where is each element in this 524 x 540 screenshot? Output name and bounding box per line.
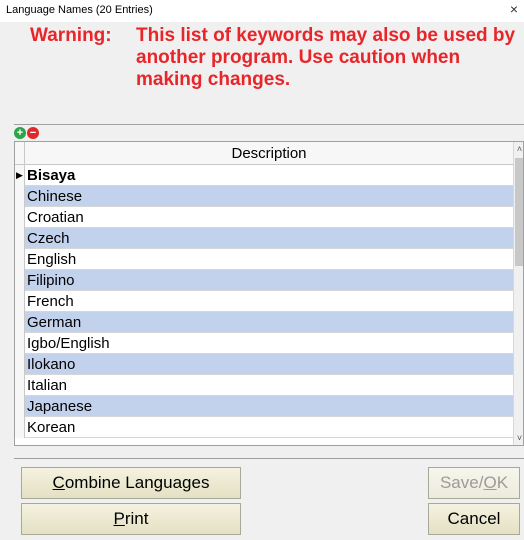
add-icon[interactable]: + (14, 127, 26, 139)
language-name-cell[interactable]: English (27, 249, 76, 270)
warning-banner: Warning: This list of keywords may also … (0, 22, 524, 124)
table-row[interactable]: ▶ Bisaya (15, 165, 513, 186)
save-ok-button[interactable]: Save/OK (428, 467, 520, 499)
table-row[interactable]: English (15, 249, 513, 270)
row-selector[interactable] (15, 312, 25, 333)
language-name-cell[interactable]: Czech (27, 228, 70, 249)
combine-label: ombine Languages (64, 473, 210, 492)
row-selector-header (15, 142, 25, 165)
save-ok-mnemonic: O (483, 473, 497, 492)
language-names-dialog: Language Names (20 Entries) × Warning: T… (0, 0, 524, 540)
row-selector[interactable] (15, 186, 25, 207)
table-row[interactable]: Croatian (15, 207, 513, 228)
row-selector[interactable] (15, 270, 25, 291)
language-name-cell[interactable]: Chinese (27, 186, 82, 207)
table-row[interactable]: Ilokano (15, 354, 513, 375)
row-selector[interactable] (15, 249, 25, 270)
language-name-cell[interactable]: Korean (27, 417, 75, 438)
column-header-description[interactable]: Description (25, 142, 513, 165)
scroll-thumb[interactable] (515, 158, 523, 266)
row-selector[interactable] (15, 207, 25, 228)
row-selector[interactable] (15, 291, 25, 312)
row-selector[interactable] (15, 417, 25, 438)
close-icon[interactable]: × (510, 1, 518, 17)
row-selector[interactable] (15, 228, 25, 249)
language-name-cell[interactable]: German (27, 312, 81, 333)
language-name-cell[interactable]: Ilokano (27, 354, 75, 375)
window-title: Language Names (20 Entries) (6, 4, 153, 16)
table-row[interactable]: Igbo/English (15, 333, 513, 354)
table-row[interactable]: Italian (15, 375, 513, 396)
divider (14, 124, 524, 125)
combine-mnemonic: C (52, 473, 65, 492)
print-label: rint (124, 509, 149, 528)
table-row[interactable]: Chinese (15, 186, 513, 207)
title-bar: Language Names (20 Entries) × (0, 0, 524, 22)
cancel-button[interactable]: Cancel (428, 503, 520, 535)
warning-label: Warning: (30, 25, 112, 46)
save-ok-suffix: K (496, 473, 509, 492)
print-mnemonic: P (113, 509, 125, 528)
language-name-cell[interactable]: French (27, 291, 74, 312)
table-row[interactable]: Filipino (15, 270, 513, 291)
row-selector[interactable] (15, 375, 25, 396)
grid-header: Description (15, 142, 513, 165)
language-grid: Description ▶ Bisaya Chinese Croatian Czech E… (14, 141, 524, 446)
remove-icon[interactable]: − (27, 127, 39, 139)
language-name-cell[interactable]: Japanese (27, 396, 92, 417)
table-row[interactable]: Czech (15, 228, 513, 249)
current-row-indicator-icon[interactable]: ▶ (15, 165, 25, 186)
scroll-up-icon[interactable]: ˄ (514, 142, 523, 156)
language-name-cell[interactable]: Croatian (27, 207, 84, 228)
row-selector[interactable] (15, 354, 25, 375)
table-row[interactable]: Japanese (15, 396, 513, 417)
row-selector[interactable] (15, 333, 25, 354)
vertical-scrollbar[interactable]: ˄ ˅ (513, 142, 523, 445)
print-button[interactable]: Print (21, 503, 241, 535)
language-name-cell[interactable]: Igbo/English (27, 333, 110, 354)
combine-languages-button[interactable]: Combine Languages (21, 467, 241, 499)
warning-text: This list of keywords may also be used b… (136, 25, 516, 90)
scroll-down-icon[interactable]: ˅ (514, 431, 523, 445)
table-row[interactable]: Korean (15, 417, 513, 438)
table-row[interactable]: French (15, 291, 513, 312)
grid-toolbar: + − (14, 126, 74, 140)
save-ok-prefix: Save/ (439, 473, 484, 492)
grid-rows: ▶ Bisaya Chinese Croatian Czech English Filipi… (15, 165, 513, 438)
language-name-cell[interactable]: Bisaya (27, 165, 75, 186)
language-name-cell[interactable]: Italian (27, 375, 67, 396)
divider (14, 458, 524, 459)
table-row[interactable]: German (15, 312, 513, 333)
language-name-cell[interactable]: Filipino (27, 270, 75, 291)
row-selector[interactable] (15, 396, 25, 417)
